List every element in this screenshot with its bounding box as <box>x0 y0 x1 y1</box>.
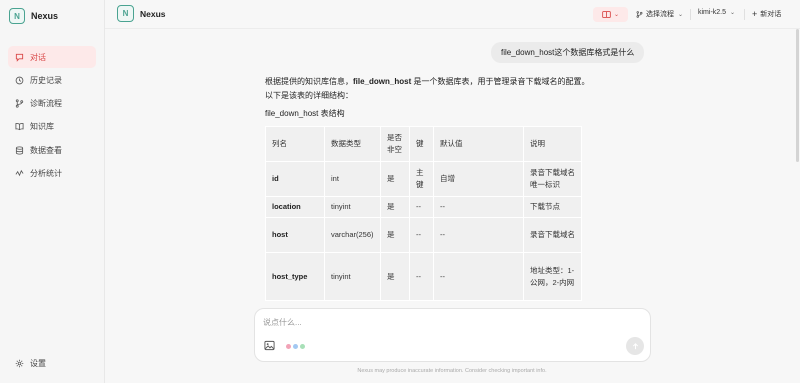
dot <box>300 344 305 349</box>
table-cell: id <box>265 161 325 197</box>
brand-name: Nexus <box>31 11 59 21</box>
new-chat-button[interactable]: + 新对话 <box>752 9 781 19</box>
database-icon <box>15 146 24 155</box>
table-cell: 是 <box>380 217 410 253</box>
flow-icon <box>15 99 24 108</box>
sidebar-item-data[interactable]: 数据查看 <box>8 139 96 161</box>
table-cell: -- <box>409 217 434 253</box>
table-cell: tinyint <box>324 196 381 218</box>
layout-toggle-button[interactable]: ⌄ <box>593 7 628 22</box>
table-cell: host_type <box>265 252 325 301</box>
table-cell: 录音下载域名唯一标识 <box>523 161 582 197</box>
assistant-message: 根据提供的知识库信息，file_down_host 是一个数据库表，用于管理录音… <box>265 75 625 103</box>
table-cell: tinyint <box>324 252 381 301</box>
sidebar-nav: 对话 历史记录 诊断流程 知识库 数据查看 分析统计 <box>8 46 96 186</box>
logo-icon: N <box>9 8 25 24</box>
history-icon <box>15 76 24 85</box>
table-header: 列名 <box>265 126 325 162</box>
message-input-box[interactable]: 说点什么... <box>254 308 651 362</box>
table-cell: 自增 <box>433 161 524 197</box>
select-flow-button[interactable]: 选择流程 ⌄ <box>636 9 683 19</box>
new-chat-label: 新对话 <box>760 11 782 18</box>
split-view-icon <box>602 11 611 18</box>
table-cell: 是 <box>380 161 410 197</box>
answer-intro-line2: 以下是该表的详细结构： <box>265 91 353 100</box>
conversation-logo-icon: N <box>117 5 134 22</box>
model-selector[interactable]: kimi-k2.5 ⌄ <box>698 9 735 16</box>
brand[interactable]: N Nexus <box>9 8 58 24</box>
table-title: file_down_host 表结构 <box>265 109 345 118</box>
sidebar: N Nexus 对话 历史记录 诊断流程 知识库 数据查看 分析统计 设置 <box>0 0 105 383</box>
table-cell: 主键 <box>409 161 434 197</box>
table-cell: -- <box>433 217 524 253</box>
answer-intro: 根据提供的知识库信息，file_down_host 是一个数据库表，用于管理录音… <box>265 77 590 86</box>
sidebar-item-label: 对话 <box>30 52 46 62</box>
message-input[interactable]: 说点什么... <box>263 317 302 328</box>
table-cell: location <box>265 196 325 218</box>
book-icon <box>15 123 24 131</box>
user-message: file_down_host这个数据库格式是什么 <box>491 42 645 63</box>
select-flow-label: 选择流程 <box>646 11 674 18</box>
chat-icon <box>15 53 24 62</box>
chevron-down-icon: ⌄ <box>613 12 620 18</box>
sidebar-item-history[interactable]: 历史记录 <box>8 69 96 91</box>
table-header: 默认值 <box>433 126 524 162</box>
plus-icon: + <box>752 9 758 19</box>
topbar-divider <box>105 28 800 29</box>
table-row: id int 是 主键 自增 录音下载域名唯一标识 <box>265 161 582 197</box>
table-cell: 是 <box>380 196 410 218</box>
disclaimer: Nexus may produce inaccurate information… <box>357 368 547 374</box>
table-cell: 录音下载域名 <box>523 217 582 253</box>
table-cell: 下载节点 <box>523 196 582 218</box>
model-label: kimi-k2.5 <box>698 9 727 16</box>
sidebar-item-label: 知识库 <box>30 122 54 132</box>
table-cell: host <box>265 217 325 253</box>
table-cell: -- <box>409 252 434 301</box>
chevron-down-icon: ⌄ <box>730 10 736 16</box>
sidebar-item-label: 历史记录 <box>30 75 62 85</box>
table-header: 数据类型 <box>324 126 381 162</box>
table-cell: int <box>324 161 381 197</box>
send-button[interactable] <box>626 337 644 355</box>
divider <box>690 9 691 20</box>
table-cell: -- <box>433 196 524 218</box>
divider <box>744 9 745 20</box>
page-title: Nexus <box>140 9 166 19</box>
sidebar-item-knowledge[interactable]: 知识库 <box>8 116 96 138</box>
table-cell: -- <box>433 252 524 301</box>
dot <box>293 344 298 349</box>
scrollbar[interactable] <box>796 29 799 162</box>
sidebar-item-flow[interactable]: 诊断流程 <box>8 93 96 115</box>
gear-icon <box>15 359 24 368</box>
table-header: 说明 <box>523 126 582 162</box>
table-header: 键 <box>409 126 434 162</box>
table-row: host_type tinyint 是 -- -- 地址类型：1-公网，2-内网 <box>265 252 582 301</box>
sidebar-item-analytics[interactable]: 分析统计 <box>8 162 96 184</box>
table-row: location tinyint 是 -- -- 下载节点 <box>265 196 582 218</box>
table-header: 是否非空 <box>380 126 410 162</box>
sidebar-item-label: 分析统计 <box>30 168 62 178</box>
table-cell: 地址类型：1-公网，2-内网 <box>523 252 582 301</box>
flow-icon <box>636 10 643 18</box>
table-cell: -- <box>409 196 434 218</box>
schema-table: 列名 数据类型 是否非空 键 默认值 说明 id int 是 主键 自增 录音下… <box>265 126 582 301</box>
table-cell: 是 <box>380 252 410 301</box>
table-header-row: 列名 数据类型 是否非空 键 默认值 说明 <box>265 126 582 162</box>
arrow-up-icon <box>632 342 638 349</box>
table-row: host varchar(256) 是 -- -- 录音下载域名 <box>265 217 582 253</box>
tool-dots-icon[interactable] <box>286 344 305 349</box>
chart-icon <box>15 169 24 177</box>
image-upload-icon[interactable] <box>264 340 275 351</box>
sidebar-item-label: 诊断流程 <box>30 99 62 109</box>
sidebar-item-chat[interactable]: 对话 <box>8 46 96 68</box>
chevron-down-icon: ⌄ <box>678 11 684 18</box>
sidebar-item-label: 数据查看 <box>30 145 62 155</box>
dot <box>286 344 291 349</box>
table-cell: varchar(256) <box>324 217 381 253</box>
